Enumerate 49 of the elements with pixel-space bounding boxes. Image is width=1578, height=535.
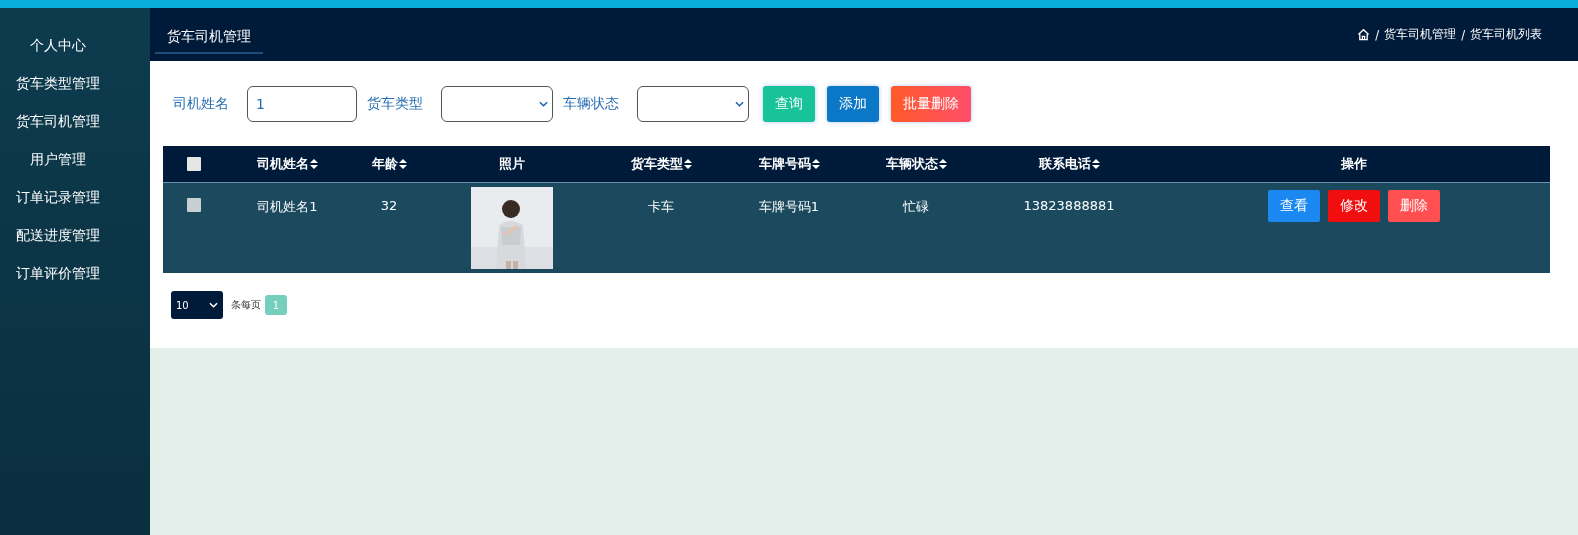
- sort-icon[interactable]: [310, 159, 318, 169]
- column-header[interactable]: 照片: [499, 155, 525, 173]
- select-field[interactable]: [441, 85, 553, 122]
- column-header[interactable]: 车牌号码: [758, 155, 820, 173]
- column-header[interactable]: 货车类型: [630, 155, 692, 173]
- page-tab[interactable]: 货车司机管理: [155, 21, 263, 54]
- column-header[interactable]: 操作: [1341, 155, 1367, 173]
- sidebar-item[interactable]: 订单记录管理: [0, 188, 115, 226]
- chevron-down-icon: [209, 302, 218, 308]
- add-button[interactable]: 添加: [827, 85, 879, 122]
- breadcrumb-separator: /: [1461, 27, 1465, 42]
- table-cell: 忙碌: [903, 198, 929, 216]
- sidebar-item[interactable]: 货车司机管理: [0, 112, 115, 150]
- select-all-checkbox[interactable]: [187, 157, 201, 171]
- sidebar-item[interactable]: 订单评价管理: [0, 264, 115, 302]
- sort-icon[interactable]: [1091, 159, 1100, 169]
- table-cell: 司机姓名1: [257, 198, 318, 216]
- column-header[interactable]: 年龄: [371, 155, 407, 173]
- home-icon[interactable]: [1357, 28, 1371, 41]
- view-button[interactable]: 查看: [1268, 190, 1320, 222]
- filter-label: 司机姓名: [173, 94, 229, 113]
- sidebar-item[interactable]: 用户管理: [0, 150, 115, 188]
- row-checkbox[interactable]: [187, 198, 201, 212]
- table-cell: 车牌号码1: [758, 198, 820, 216]
- edit-button[interactable]: 修改: [1328, 190, 1380, 222]
- filter-label: 货车类型: [367, 94, 423, 113]
- sort-icon[interactable]: [398, 159, 407, 169]
- page-size-select[interactable]: 10: [171, 291, 223, 319]
- column-header[interactable]: 车辆状态: [885, 155, 947, 173]
- sidebar-item[interactable]: 个人中心: [0, 36, 115, 74]
- per-page-label: 条每页: [231, 298, 261, 312]
- breadcrumb-item[interactable]: 货车司机管理: [1384, 27, 1457, 42]
- sidebar-item[interactable]: 货车类型管理: [0, 74, 115, 112]
- select-field[interactable]: [637, 85, 749, 122]
- filter-label: 车辆状态: [563, 94, 619, 113]
- table-cell: 13823888881: [1023, 198, 1115, 213]
- sort-icon[interactable]: [938, 159, 947, 169]
- input-field[interactable]: 1: [247, 85, 357, 122]
- sort-icon[interactable]: [811, 159, 820, 169]
- sidebar-item[interactable]: 配送进度管理: [0, 226, 115, 264]
- column-header[interactable]: 联系电话: [1038, 155, 1100, 173]
- table-cell: 32: [380, 198, 398, 213]
- sort-icon[interactable]: [683, 159, 692, 169]
- breadcrumb-separator: /: [1375, 27, 1380, 42]
- table-cell: 卡车: [648, 198, 674, 216]
- column-header[interactable]: 司机姓名: [257, 155, 318, 173]
- chevron-down-icon: [539, 100, 548, 107]
- breadcrumb-item[interactable]: 货车司机列表: [1470, 27, 1542, 42]
- chevron-down-icon: [735, 100, 744, 107]
